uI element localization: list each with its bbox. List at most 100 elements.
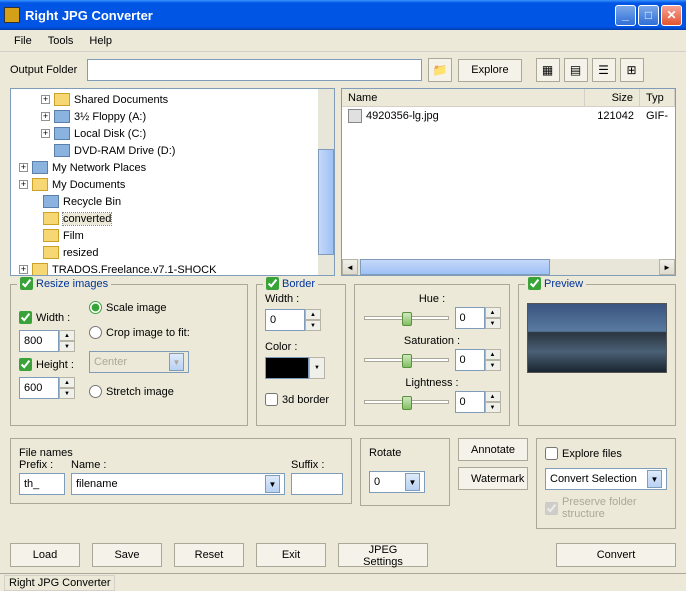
- load-button[interactable]: Load: [10, 543, 80, 567]
- folder-icon: [43, 229, 59, 242]
- col-type[interactable]: Typ: [640, 89, 675, 106]
- tree-item[interactable]: Recycle Bin: [13, 193, 332, 210]
- output-folder-row: Output Folder 📁 Explore ▦ ▤ ☰ ⊞: [0, 52, 686, 88]
- app-icon: [4, 7, 20, 23]
- col-size[interactable]: Size: [585, 89, 640, 106]
- col-name[interactable]: Name: [342, 89, 585, 106]
- output-folder-label: Output Folder: [10, 64, 77, 76]
- folder-icon: [32, 263, 48, 275]
- width-input[interactable]: ▲▼: [19, 330, 75, 352]
- preview-checkbox[interactable]: Preview: [525, 277, 586, 290]
- folder-icon: [32, 161, 48, 174]
- preserve-folder-checkbox: Preserve folder structure: [545, 496, 667, 520]
- suffix-label: Suffix :: [291, 459, 343, 471]
- border-width-label: Width :: [265, 293, 337, 305]
- maximize-button[interactable]: □: [638, 5, 659, 26]
- status-text: Right JPG Converter: [4, 575, 115, 591]
- saturation-label: Saturation :: [404, 335, 460, 347]
- rotate-combo[interactable]: 0▼: [369, 471, 425, 493]
- saturation-input[interactable]: ▲▼: [455, 349, 501, 371]
- list-header: Name Size Typ: [342, 89, 675, 107]
- preview-panel: Preview: [518, 284, 676, 426]
- suffix-input[interactable]: [291, 473, 343, 495]
- output-folder-input[interactable]: [87, 59, 422, 81]
- border-3d-checkbox[interactable]: 3d border: [265, 393, 337, 406]
- tree-item[interactable]: DVD-RAM Drive (D:): [13, 142, 332, 159]
- jpeg-settings-button[interactable]: JPEG Settings: [338, 543, 428, 567]
- tree-item[interactable]: converted: [13, 210, 332, 227]
- browse-folder-button[interactable]: 📁: [428, 58, 452, 82]
- folder-icon: [32, 178, 48, 191]
- tree-item[interactable]: +My Documents: [13, 176, 332, 193]
- filenames-panel: File names Prefix : Name : filename▼ Suf…: [10, 438, 352, 504]
- name-combo[interactable]: filename▼: [71, 473, 285, 495]
- tree-item[interactable]: resized: [13, 244, 332, 261]
- border-color-picker[interactable]: ▼: [265, 357, 337, 379]
- folder-icon: [43, 246, 59, 259]
- lightness-input[interactable]: ▲▼: [455, 391, 501, 413]
- prefix-input[interactable]: [19, 473, 65, 495]
- hsl-panel: Hue : ▲▼ Saturation : ▲▼ Lightness : ▲▼: [354, 284, 510, 426]
- list-hscrollbar[interactable]: ◄ ►: [342, 259, 675, 275]
- view-list-button[interactable]: ▤: [564, 58, 588, 82]
- menu-help[interactable]: Help: [81, 33, 120, 49]
- crop-radio[interactable]: Crop image to fit:: [89, 326, 190, 339]
- watermark-button[interactable]: Watermark: [458, 467, 528, 490]
- minimize-button[interactable]: _: [615, 5, 636, 26]
- resize-images-checkbox[interactable]: Resize images: [17, 277, 111, 290]
- main-buttons: Load Save Reset Exit JPEG Settings Conve…: [0, 537, 686, 573]
- tree-item[interactable]: Film: [13, 227, 332, 244]
- prefix-label: Prefix :: [19, 459, 65, 471]
- tree-item[interactable]: +TRADOS.Freelance.v7.1-SHOCK: [13, 261, 332, 275]
- resize-panel: Resize images Width : ▲▼ Height : ▲▼ Sca…: [10, 284, 248, 426]
- menu-file[interactable]: File: [6, 33, 40, 49]
- explore-files-checkbox[interactable]: Explore files: [545, 447, 667, 460]
- height-input[interactable]: ▲▼: [19, 377, 75, 399]
- exit-button[interactable]: Exit: [256, 543, 326, 567]
- annotate-button[interactable]: Annotate: [458, 438, 528, 461]
- preview-image: [527, 303, 667, 373]
- width-checkbox[interactable]: Width :: [19, 311, 75, 324]
- tree-item[interactable]: +3½ Floppy (A:): [13, 108, 332, 125]
- saturation-slider[interactable]: [364, 350, 449, 370]
- menu-tools[interactable]: Tools: [40, 33, 82, 49]
- hue-input[interactable]: ▲▼: [455, 307, 501, 329]
- tree-scrollbar[interactable]: [318, 89, 334, 275]
- hue-label: Hue :: [419, 293, 445, 305]
- menu-bar: File Tools Help: [0, 30, 686, 52]
- title-bar: Right JPG Converter _ □ ✕: [0, 0, 686, 30]
- hue-slider[interactable]: [364, 308, 449, 328]
- file-icon: [348, 109, 362, 123]
- border-color-label: Color :: [265, 341, 337, 353]
- tree-item[interactable]: +My Network Places: [13, 159, 332, 176]
- border-width-input[interactable]: ▲▼: [265, 309, 337, 331]
- save-button[interactable]: Save: [92, 543, 162, 567]
- lightness-slider[interactable]: [364, 392, 449, 412]
- folder-icon: [54, 144, 70, 157]
- window-title: Right JPG Converter: [25, 8, 613, 23]
- explore-files-panel: Explore files Convert Selection▼ Preserv…: [536, 438, 676, 529]
- height-checkbox[interactable]: Height :: [19, 358, 75, 371]
- list-row[interactable]: 4920356-lg.jpg121042GIF-: [342, 107, 675, 124]
- explore-button[interactable]: Explore: [458, 59, 521, 82]
- rotate-panel: Rotate 0▼: [360, 438, 450, 506]
- view-details-button[interactable]: ☰: [592, 58, 616, 82]
- scale-radio[interactable]: Scale image: [89, 301, 190, 314]
- border-checkbox[interactable]: Border: [263, 277, 318, 290]
- tree-item[interactable]: +Shared Documents: [13, 91, 332, 108]
- file-list[interactable]: Name Size Typ 4920356-lg.jpg121042GIF- ◄…: [341, 88, 676, 276]
- folder-icon: [43, 195, 59, 208]
- folder-icon: [54, 110, 70, 123]
- rotate-title: Rotate: [369, 447, 441, 459]
- crop-position-combo[interactable]: Center▼: [89, 351, 189, 373]
- stretch-radio[interactable]: Stretch image: [89, 385, 190, 398]
- folder-icon: [54, 127, 70, 140]
- close-button[interactable]: ✕: [661, 5, 682, 26]
- reset-button[interactable]: Reset: [174, 543, 244, 567]
- view-thumbs-button[interactable]: ⊞: [620, 58, 644, 82]
- tree-item[interactable]: +Local Disk (C:): [13, 125, 332, 142]
- folder-tree[interactable]: +Shared Documents+3½ Floppy (A:)+Local D…: [10, 88, 335, 276]
- view-icons-button[interactable]: ▦: [536, 58, 560, 82]
- convert-selection-combo[interactable]: Convert Selection▼: [545, 468, 667, 490]
- convert-button[interactable]: Convert: [556, 543, 676, 567]
